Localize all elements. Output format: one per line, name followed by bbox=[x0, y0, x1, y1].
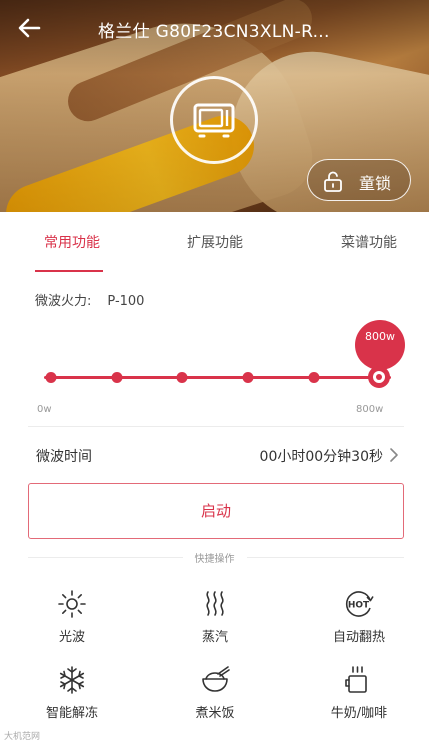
time-value: 00小时00分钟30秒 bbox=[259, 449, 383, 465]
start-button[interactable]: 启动 bbox=[28, 483, 404, 539]
header-banner: 格兰仕 G80F23CN3XLN-R... 童锁 bbox=[0, 0, 429, 212]
tab-common-functions[interactable]: 常用功能 bbox=[44, 232, 100, 252]
hot-icon: HOT bbox=[345, 591, 374, 617]
tab-recipe-functions[interactable]: 菜谱功能 bbox=[341, 232, 397, 252]
unlock-icon bbox=[324, 171, 342, 192]
time-label: 微波时间 bbox=[36, 449, 92, 465]
microwave-icon bbox=[193, 103, 235, 138]
divider bbox=[28, 426, 404, 427]
cup-icon bbox=[345, 666, 367, 693]
watermark: 大机范网 bbox=[4, 732, 41, 742]
child-lock-label: 童锁 bbox=[359, 174, 392, 193]
quick-item-smart-defrost[interactable]: 智能解冻 bbox=[17, 664, 127, 721]
function-tabs: 常用功能 扩展功能 菜谱功能 bbox=[0, 212, 429, 272]
power-slider[interactable]: 800w 0w 800w bbox=[0, 320, 429, 420]
slider-track bbox=[44, 376, 391, 379]
slider-thumb[interactable] bbox=[368, 366, 390, 388]
back-button[interactable] bbox=[16, 14, 44, 42]
quick-item-milk-coffee[interactable]: 牛奶/咖啡 bbox=[304, 664, 414, 721]
quick-item-label: 光波 bbox=[58, 630, 85, 645]
quick-item-auto-reheat[interactable]: HOT 自动翻热 bbox=[304, 588, 414, 645]
tab-extended-functions[interactable]: 扩展功能 bbox=[187, 232, 243, 252]
sun-icon bbox=[58, 590, 86, 618]
active-tab-indicator bbox=[35, 270, 103, 272]
power-setting: 微波火力: P-100 bbox=[35, 290, 144, 309]
power-value: P-100 bbox=[107, 294, 145, 309]
quick-item-label: 煮米饭 bbox=[195, 706, 235, 721]
child-lock-button[interactable]: 童锁 bbox=[307, 159, 411, 201]
microwave-device-icon bbox=[170, 76, 258, 164]
slider-step-dot[interactable] bbox=[308, 372, 320, 383]
power-label: 微波火力: bbox=[35, 294, 92, 309]
chevron-right-icon bbox=[390, 448, 398, 462]
slider-step-dot[interactable] bbox=[242, 372, 254, 383]
arrow-left-icon bbox=[18, 18, 41, 38]
slider-step-dot[interactable] bbox=[45, 372, 57, 383]
quick-item-label: 智能解冻 bbox=[45, 706, 98, 721]
quick-actions-title: 快捷操作 bbox=[182, 554, 247, 565]
quick-item-cook-rice[interactable]: 煮米饭 bbox=[160, 664, 270, 721]
quick-item-steam[interactable]: 蒸汽 bbox=[160, 588, 270, 645]
snowflake-icon bbox=[59, 666, 85, 694]
power-bubble: 800w bbox=[355, 320, 405, 370]
slider-step-dot[interactable] bbox=[176, 372, 188, 383]
slider-step-dot[interactable] bbox=[111, 372, 123, 383]
steam-icon bbox=[206, 591, 224, 616]
svg-text:HOT: HOT bbox=[348, 601, 370, 611]
page-title: 格兰仕 G80F23CN3XLN-R... bbox=[98, 22, 330, 42]
quick-item-light-wave[interactable]: 光波 bbox=[17, 588, 127, 645]
quick-item-label: 牛奶/咖啡 bbox=[330, 706, 388, 721]
microwave-time-row[interactable]: 微波时间 00小时00分钟30秒 bbox=[0, 430, 429, 480]
slider-max-label: 800w bbox=[356, 404, 384, 415]
rice-bowl-icon bbox=[202, 666, 230, 692]
slider-min-label: 0w bbox=[37, 404, 52, 415]
quick-item-label: 蒸汽 bbox=[201, 630, 228, 645]
quick-item-label: 自动翻热 bbox=[332, 630, 385, 645]
